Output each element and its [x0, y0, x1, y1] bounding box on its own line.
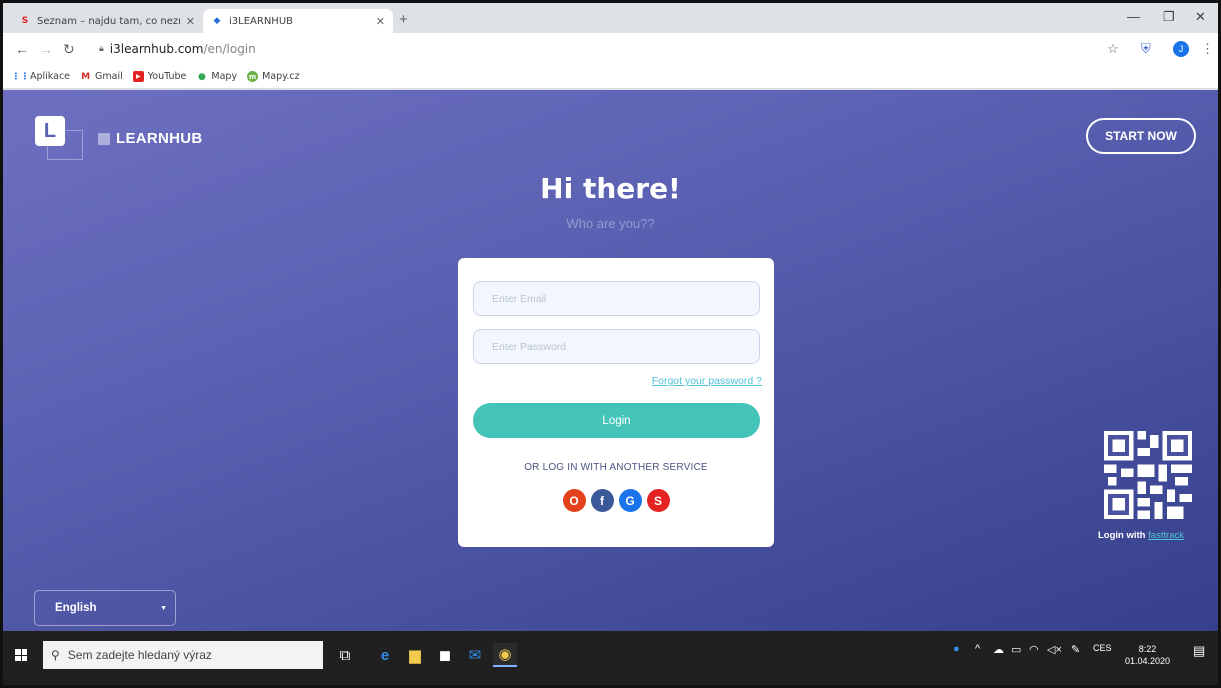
chevron-up-icon[interactable]: ^ [975, 643, 980, 655]
network-icon[interactable]: ◠ [1029, 643, 1039, 656]
bookmark-mapy[interactable]: ● Mapy [196, 71, 237, 82]
windows-taskbar: ⚲ Sem zadejte hledaný výraz ⧉ e ▆ ◼ ✉ ◉ … [3, 631, 1218, 685]
search-icon: ⚲ [51, 648, 60, 662]
youtube-icon: ▶ [132, 71, 144, 82]
bookmark-mapycz[interactable]: m Mapy.cz [247, 71, 300, 82]
office-icon[interactable]: O [562, 489, 586, 512]
browser-tab-strip: S Seznam – najdu tam, co neznám ✕ ◆ i3LE… [3, 3, 1218, 33]
bookmark-star-icon[interactable]: ☆ [1107, 41, 1119, 57]
taskbar-search[interactable]: ⚲ Sem zadejte hledaný výraz [43, 641, 323, 669]
login-card: Forgot your password ? Login OR LOG IN W… [458, 258, 774, 547]
taskbar-inner: ⚲ Sem zadejte hledaný výraz ⧉ e ▆ ◼ ✉ ◉ … [3, 635, 1218, 675]
apps-grid-icon: ⋮⋮ [11, 71, 30, 82]
minimize-icon[interactable]: — [1127, 9, 1140, 24]
i3learnhub-icon: ◆ [213, 16, 221, 26]
url-path: /en/login [203, 42, 256, 56]
i3learnhub-logo-icon[interactable]: L [35, 116, 65, 146]
clock-date: 01.04.2020 [1125, 656, 1171, 666]
taskbar-search-placeholder: Sem zadejte hledaný výraz [67, 648, 212, 662]
seznam-login-icon[interactable]: S [646, 489, 670, 512]
bookmark-label: YouTube [147, 71, 187, 82]
help-icon[interactable]: ● [953, 643, 960, 655]
bookmark-gmail[interactable]: M Gmail [80, 71, 123, 82]
language-indicator[interactable]: CES [1093, 643, 1112, 653]
seznam-icon: S [21, 16, 29, 26]
qr-caption: Login with fasttrack [1098, 530, 1184, 541]
mapycz-icon: m [247, 71, 259, 82]
battery-icon[interactable]: ▭ [1011, 643, 1021, 656]
reload-icon[interactable]: ↻ [63, 41, 75, 58]
close-tab-icon[interactable]: ✕ [376, 15, 385, 28]
pen-icon[interactable]: ✎ [1071, 643, 1080, 656]
gmail-icon: M [81, 71, 91, 82]
close-tab-icon[interactable]: ✕ [186, 15, 195, 28]
login-button[interactable]: Login [473, 403, 760, 438]
bookmarks-bar: ⋮⋮ Aplikace M Gmail ▶ YouTube ● Mapy m M… [3, 65, 1218, 89]
other-service-label: OR LOG IN WITH ANOTHER SERVICE [524, 462, 708, 473]
tab-title: i3LEARNHUB [229, 15, 293, 27]
facebook-icon[interactable]: f [590, 489, 614, 512]
social-login-group: O f G S [458, 489, 774, 512]
screen: S Seznam – najdu tam, co neznám ✕ ◆ i3LE… [0, 0, 1221, 688]
clock-time: 8:22 [1138, 644, 1157, 654]
windows-start-icon[interactable] [15, 649, 27, 661]
forward-icon[interactable]: → [39, 41, 53, 57]
store-icon[interactable]: ◼ [433, 643, 457, 667]
qr-code-icon[interactable] [1104, 431, 1192, 519]
tab-seznam[interactable]: S Seznam – najdu tam, co neznám ✕ [11, 9, 203, 33]
url-host: i3learnhub.com [109, 42, 204, 56]
bookmark-label: Mapy [211, 71, 238, 82]
onedrive-icon[interactable]: ☁ [993, 643, 1004, 656]
mail-icon[interactable]: ✉ [463, 643, 487, 667]
password-field[interactable] [473, 329, 760, 364]
page-title: Hi there! [540, 172, 681, 205]
menu-kebab-icon[interactable]: ⋮ [1201, 41, 1214, 57]
notification-icon[interactable]: ▤ [1193, 643, 1205, 659]
file-explorer-icon[interactable]: ▆ [403, 643, 427, 667]
extension-shield-icon[interactable]: ⛨ [1141, 41, 1151, 57]
lock-icon: 🔒︎ [99, 44, 104, 54]
tab-i3learnhub[interactable]: ◆ i3LEARNHUB ✕ [203, 9, 393, 33]
brand-name[interactable]: LEARNHUB [98, 130, 203, 147]
clock[interactable]: 8:22 01.04.2020 [1125, 643, 1170, 667]
bookmark-aplikace[interactable]: ⋮⋮ Aplikace [11, 71, 71, 82]
fasttrack-link[interactable]: fasttrack [1148, 530, 1184, 541]
bookmark-youtube[interactable]: ▶ YouTube [132, 71, 187, 82]
back-icon[interactable]: ← [15, 41, 29, 57]
chrome-icon[interactable]: ◉ [493, 643, 517, 667]
page-subtitle: Who are you?? [566, 216, 655, 231]
bookmark-label: Gmail [95, 71, 123, 82]
browser-toolbar: ← → ↻ 🔒︎ i3learnhub.com/en/login ☆ ⛨ J ⋮ [3, 33, 1218, 65]
maps-pin-icon: ● [197, 71, 206, 82]
address-bar[interactable]: 🔒︎ i3learnhub.com/en/login [93, 38, 1098, 60]
forgot-password-link[interactable]: Forgot your password ? [652, 375, 762, 387]
language-value: English [55, 602, 97, 614]
edge-icon[interactable]: e [373, 643, 397, 667]
volume-muted-icon[interactable]: ◁× [1047, 643, 1062, 656]
profile-avatar[interactable]: J [1173, 41, 1189, 57]
google-icon[interactable]: G [618, 489, 642, 512]
start-now-button[interactable]: START NOW [1086, 118, 1196, 154]
brand-square-icon [98, 132, 110, 145]
caret-down-icon: ▼ [160, 604, 167, 612]
tab-title: Seznam – najdu tam, co neznám [37, 15, 180, 27]
language-select[interactable]: English ▼ [34, 590, 176, 626]
email-field[interactable] [473, 281, 760, 316]
login-page: L LEARNHUB START NOW Hi there! Who are y… [3, 90, 1218, 631]
brand-label: LEARNHUB [116, 130, 203, 147]
qr-caption-label: Login with [1098, 530, 1146, 541]
close-window-icon[interactable]: ✕ [1195, 9, 1206, 25]
maximize-icon[interactable]: ❐ [1163, 9, 1175, 25]
bookmark-label: Mapy.cz [262, 71, 300, 82]
task-view-icon[interactable]: ⧉ [333, 643, 357, 667]
bookmark-label: Aplikace [30, 71, 71, 82]
new-tab-button[interactable]: + [399, 11, 408, 28]
